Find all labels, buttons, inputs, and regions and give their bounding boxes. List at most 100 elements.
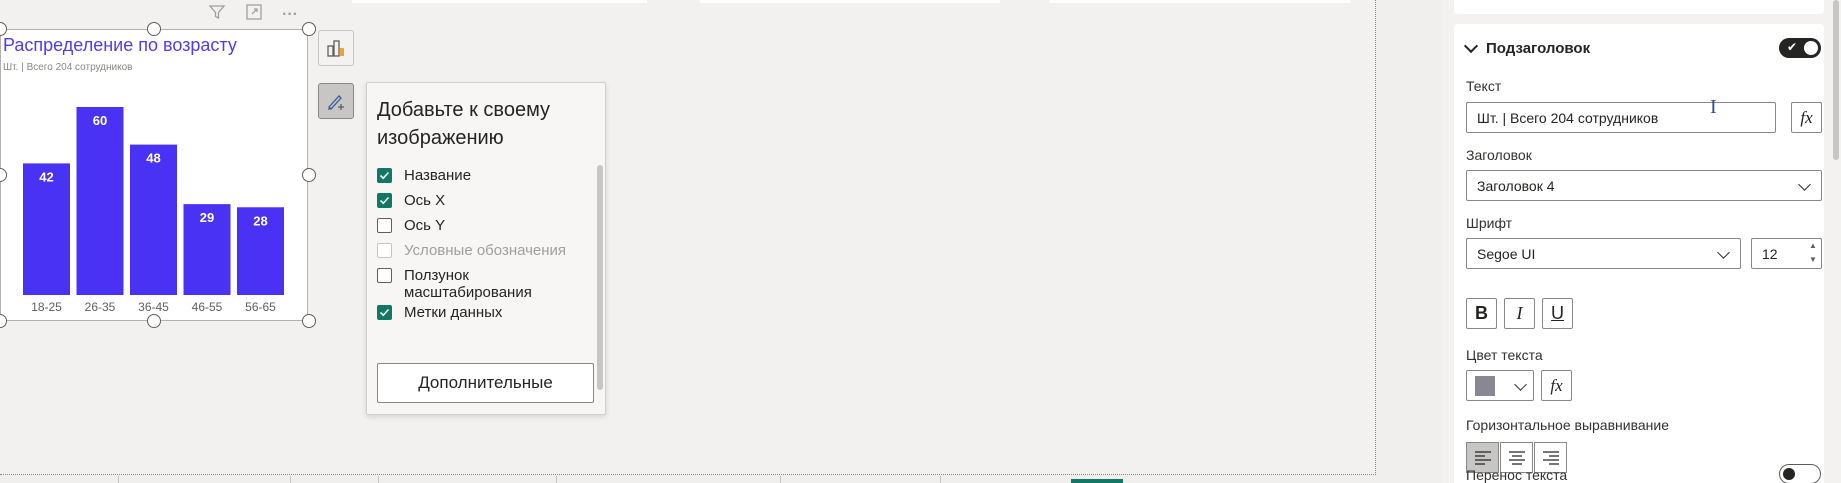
resize-handle[interactable] bbox=[147, 314, 161, 328]
popup-title: Добавьте к своему изображению bbox=[377, 99, 551, 149]
format-pane: Подзаголовок ✔ Текст Шт. | Всего 204 сот… bbox=[1442, 0, 1841, 483]
resize-handle[interactable] bbox=[302, 22, 316, 36]
focus-mode-icon[interactable] bbox=[242, 3, 266, 27]
data-label: 48 bbox=[146, 151, 160, 166]
italic-button[interactable]: I bbox=[1504, 298, 1535, 329]
scrollbar-thumb[interactable] bbox=[1833, 0, 1839, 160]
font-size-input[interactable]: 12 ▲ ▼ bbox=[1751, 238, 1822, 269]
chevron-down-icon bbox=[1798, 178, 1811, 191]
add-to-visual-popup: Добавьте к своему изображению Название Ос… bbox=[366, 82, 606, 415]
align-center-icon bbox=[1508, 450, 1525, 465]
decrement-icon[interactable]: ▼ bbox=[1809, 256, 1819, 264]
font-label: Шрифт bbox=[1466, 215, 1513, 231]
horizontal-alignment-label: Горизонтальное выравнивание bbox=[1466, 417, 1669, 433]
data-label: 28 bbox=[253, 213, 267, 228]
x-tick-label: 26-35 bbox=[85, 300, 116, 314]
format-visual-button[interactable] bbox=[318, 83, 354, 119]
popup-option-label: Название bbox=[404, 167, 472, 184]
toggle-knob bbox=[1804, 41, 1818, 55]
resize-handle[interactable] bbox=[302, 168, 316, 182]
popup-option[interactable]: Ось Y bbox=[377, 217, 445, 234]
popup-option[interactable]: Ползунок масштабирования bbox=[377, 267, 579, 301]
section-title: Подзаголовок bbox=[1486, 40, 1591, 57]
checkbox-checked[interactable] bbox=[377, 168, 392, 183]
checkbox-checked[interactable] bbox=[377, 305, 392, 320]
x-tick-label: 18-25 bbox=[31, 300, 62, 314]
data-label: 29 bbox=[200, 210, 214, 225]
filter-icon[interactable] bbox=[205, 3, 229, 27]
page-tab-divider bbox=[940, 476, 941, 483]
data-label: 60 bbox=[93, 113, 107, 128]
bold-button[interactable]: B bbox=[1466, 298, 1497, 329]
align-right-icon bbox=[1542, 450, 1559, 465]
x-tick-label: 46-55 bbox=[192, 300, 223, 314]
page-tab-divider bbox=[556, 476, 557, 483]
text-wrap-label: Перенос текста bbox=[1466, 467, 1568, 483]
chart-plot: 42 18-25 60 26-35 48 36-45 29 46-55 28 56-65 bbox=[23, 107, 284, 314]
popup-option-label: Ось X bbox=[404, 192, 446, 209]
subtitle-section-header[interactable]: Подзаголовок bbox=[1463, 38, 1591, 57]
resize-handle[interactable] bbox=[302, 314, 316, 328]
subtitle-text-input[interactable]: Шт. | Всего 204 сотрудников bbox=[1466, 102, 1776, 133]
page-tab-divider bbox=[290, 476, 291, 483]
checkbox-checked[interactable] bbox=[377, 193, 392, 208]
popup-option[interactable]: Ось X bbox=[377, 192, 445, 209]
bar-26-35[interactable] bbox=[76, 107, 124, 295]
popup-option-label: Ползунок масштабирования bbox=[404, 267, 532, 301]
checkbox[interactable] bbox=[377, 218, 392, 233]
checkmark-icon: ✔ bbox=[1787, 40, 1798, 54]
text-cursor-icon: I bbox=[1710, 96, 1717, 118]
text-fx-button[interactable]: fx bbox=[1791, 102, 1822, 133]
text-label: Текст bbox=[1466, 78, 1502, 94]
popup-option-label: Метки данных bbox=[404, 304, 503, 321]
increment-icon[interactable]: ▲ bbox=[1809, 242, 1819, 250]
popup-scrollbar[interactable] bbox=[597, 165, 603, 390]
popup-option[interactable]: Метки данных bbox=[377, 304, 502, 321]
more-options-icon[interactable]: ··· bbox=[278, 3, 302, 27]
checkmark-icon bbox=[379, 196, 390, 205]
canvas-tile bbox=[700, 0, 1000, 3]
canvas-tile bbox=[1050, 0, 1350, 3]
checkmark-icon bbox=[379, 171, 390, 180]
page-tab-divider bbox=[780, 476, 781, 483]
canvas-tile bbox=[352, 0, 647, 3]
report-canvas[interactable]: ··· Распределение по возрасту Шт. | Всег… bbox=[0, 0, 1376, 483]
font-family-value: Segoe UI bbox=[1477, 245, 1536, 262]
heading-label: Заголовок bbox=[1466, 147, 1532, 163]
bar-36-45[interactable] bbox=[130, 144, 177, 295]
align-left-icon bbox=[1474, 450, 1491, 465]
underline-button[interactable]: U bbox=[1542, 298, 1573, 329]
more-options-button[interactable]: Дополнительные bbox=[377, 363, 594, 403]
checkmark-icon bbox=[379, 308, 390, 317]
build-visual-icon bbox=[327, 40, 344, 57]
chevron-down-icon bbox=[1514, 378, 1527, 391]
page-tab-divider bbox=[378, 476, 379, 483]
popup-option: Условные обозначения bbox=[377, 242, 566, 259]
chevron-down-icon bbox=[1463, 38, 1479, 54]
text-color-picker[interactable] bbox=[1466, 370, 1534, 401]
color-fx-button[interactable]: fx bbox=[1541, 370, 1572, 401]
popup-option[interactable]: Название bbox=[377, 167, 471, 184]
x-tick-label: 56-65 bbox=[245, 300, 276, 314]
data-label: 42 bbox=[39, 169, 53, 184]
resize-handle[interactable] bbox=[147, 22, 161, 36]
heading-value: Заголовок 4 bbox=[1477, 177, 1555, 194]
checkbox bbox=[377, 243, 392, 258]
toggle-knob bbox=[1783, 468, 1795, 480]
build-visual-button[interactable] bbox=[318, 30, 354, 66]
font-family-dropdown[interactable]: Segoe UI bbox=[1466, 238, 1741, 269]
page-tab-divider bbox=[118, 476, 119, 483]
x-tick-label: 36-45 bbox=[138, 300, 169, 314]
subtitle-format-card: Подзаголовок ✔ Текст Шт. | Всего 204 сот… bbox=[1454, 24, 1824, 483]
text-wrap-toggle[interactable] bbox=[1779, 464, 1821, 483]
format-card-previous bbox=[1454, 0, 1824, 14]
popup-option-label: Ось Y bbox=[404, 217, 446, 234]
active-page-tab-indicator[interactable] bbox=[1071, 479, 1123, 483]
subtitle-toggle[interactable]: ✔ bbox=[1779, 38, 1821, 58]
chevron-down-icon bbox=[1717, 246, 1730, 259]
text-color-label: Цвет текста bbox=[1466, 347, 1543, 363]
heading-dropdown[interactable]: Заголовок 4 bbox=[1466, 170, 1822, 201]
format-pane-scrollbar[interactable] bbox=[1833, 0, 1839, 483]
bar-chart-visual[interactable]: Распределение по возрасту Шт. | Всего 20… bbox=[0, 29, 308, 321]
checkbox[interactable] bbox=[377, 268, 392, 283]
